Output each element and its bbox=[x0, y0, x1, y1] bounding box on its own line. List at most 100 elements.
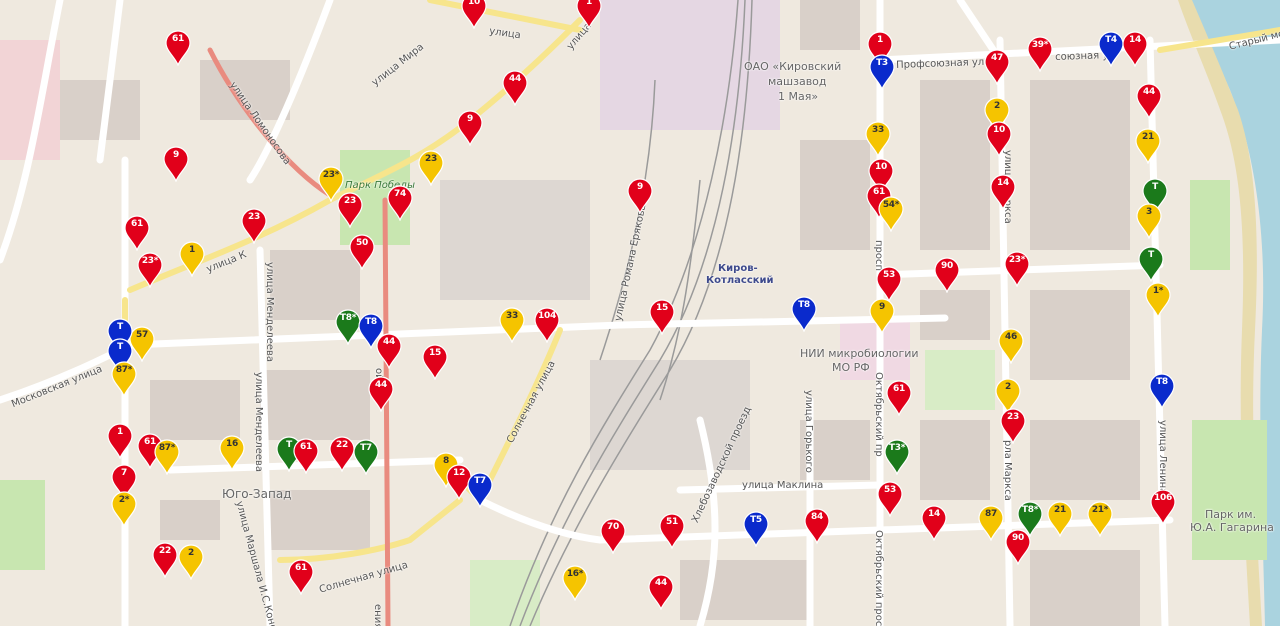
route-marker-tram[interactable]: T3* bbox=[884, 439, 910, 475]
route-marker-bus[interactable]: 90 bbox=[934, 257, 960, 293]
route-marker-bus[interactable]: 14 bbox=[990, 174, 1016, 210]
marker-route-label: T bbox=[1152, 182, 1158, 192]
route-marker-bus[interactable]: 23 bbox=[337, 192, 363, 228]
route-marker-trolleybus[interactable]: T7 bbox=[467, 472, 493, 508]
route-marker-bus[interactable]: 50 bbox=[349, 234, 375, 270]
route-marker-bus[interactable]: 61 bbox=[124, 215, 150, 251]
park-label: Парк им. bbox=[1205, 508, 1257, 521]
marker-route-label: 2 bbox=[994, 101, 1000, 111]
route-marker-bus[interactable]: 14 bbox=[921, 505, 947, 541]
route-marker-trolleybus[interactable]: T4 bbox=[1098, 31, 1124, 67]
marker-route-label: 2* bbox=[118, 495, 130, 505]
route-marker-minibus[interactable]: 87 bbox=[978, 505, 1004, 541]
route-marker-minibus[interactable]: 21 bbox=[1047, 501, 1073, 537]
route-marker-bus[interactable]: 51 bbox=[659, 513, 685, 549]
marker-route-label: 44 bbox=[1143, 87, 1155, 97]
marker-route-label: 1* bbox=[1152, 286, 1164, 296]
street-label: Октябрьский пр bbox=[873, 372, 884, 457]
marker-route-label: 51 bbox=[666, 517, 678, 527]
route-marker-bus[interactable]: 61 bbox=[165, 30, 191, 66]
map-canvas[interactable]: Московская улица улица Ломоносова улица … bbox=[0, 0, 1280, 626]
route-marker-bus[interactable]: 104 bbox=[534, 307, 560, 343]
marker-route-label: 9 bbox=[879, 302, 885, 312]
route-marker-trolleybus[interactable]: T5 bbox=[743, 511, 769, 547]
place-label: МО РФ bbox=[832, 361, 870, 374]
route-marker-minibus[interactable]: 23 bbox=[418, 150, 444, 186]
route-marker-bus[interactable]: 74 bbox=[387, 185, 413, 221]
route-marker-minibus[interactable]: 21 bbox=[1135, 128, 1161, 164]
route-marker-minibus[interactable]: 16* bbox=[562, 565, 588, 601]
route-marker-minibus[interactable]: 46 bbox=[998, 328, 1024, 364]
marker-route-label: 46 bbox=[1005, 332, 1017, 342]
marker-route-label: T8 bbox=[365, 317, 377, 327]
marker-route-label: 2 bbox=[188, 548, 194, 558]
route-marker-minibus[interactable]: 2* bbox=[111, 491, 137, 527]
street-label: улица Ленина bbox=[1157, 420, 1168, 495]
route-marker-bus[interactable]: 23 bbox=[241, 208, 267, 244]
route-marker-bus[interactable]: 53 bbox=[877, 481, 903, 517]
marker-route-label: 16* bbox=[566, 569, 584, 579]
marker-route-label: 61 bbox=[893, 384, 905, 394]
marker-route-label: 23* bbox=[322, 170, 340, 180]
marker-route-label: 53 bbox=[883, 270, 895, 280]
marker-route-label: 14 bbox=[928, 509, 940, 519]
route-marker-tram[interactable]: T7 bbox=[353, 439, 379, 475]
route-marker-bus[interactable]: 44 bbox=[376, 333, 402, 369]
route-marker-bus[interactable]: 10 bbox=[986, 121, 1012, 157]
route-marker-bus[interactable]: 9 bbox=[163, 146, 189, 182]
route-marker-bus[interactable]: 1 bbox=[576, 0, 602, 29]
marker-route-label: 104 bbox=[538, 311, 556, 321]
route-marker-bus[interactable]: 9 bbox=[627, 178, 653, 214]
district-label: Юго-Запад bbox=[222, 487, 292, 501]
route-marker-bus[interactable]: 15 bbox=[422, 344, 448, 380]
route-marker-minibus[interactable]: 1* bbox=[1145, 282, 1171, 318]
route-marker-bus[interactable]: 44 bbox=[1136, 83, 1162, 119]
route-marker-minibus[interactable]: 54* bbox=[878, 196, 904, 232]
route-marker-bus[interactable]: 106 bbox=[1150, 489, 1176, 525]
route-marker-bus[interactable]: 47 bbox=[984, 49, 1010, 85]
route-marker-bus[interactable]: 44 bbox=[502, 70, 528, 106]
route-marker-bus[interactable]: 70 bbox=[600, 518, 626, 554]
route-marker-bus[interactable]: 22 bbox=[329, 436, 355, 472]
marker-route-label: T8* bbox=[1021, 505, 1039, 515]
route-marker-minibus[interactable]: 21* bbox=[1087, 501, 1113, 537]
route-marker-bus[interactable]: 14 bbox=[1122, 31, 1148, 67]
route-marker-tram[interactable]: T bbox=[1138, 246, 1164, 282]
route-marker-tram[interactable]: T8* bbox=[1017, 501, 1043, 537]
route-marker-bus[interactable]: 61 bbox=[293, 438, 319, 474]
route-marker-minibus[interactable]: 3 bbox=[1136, 203, 1162, 239]
route-marker-bus[interactable]: 53 bbox=[876, 266, 902, 302]
marker-route-label: 44 bbox=[375, 380, 387, 390]
route-marker-minibus[interactable]: 33 bbox=[499, 307, 525, 343]
route-marker-bus[interactable]: 10 bbox=[461, 0, 487, 29]
route-marker-trolleybus[interactable]: T8 bbox=[1149, 373, 1175, 409]
route-marker-bus[interactable]: 23* bbox=[1004, 251, 1030, 287]
route-marker-minibus[interactable]: 9 bbox=[869, 298, 895, 334]
station-label: Котласский bbox=[706, 275, 774, 286]
route-marker-minibus[interactable]: 2 bbox=[178, 544, 204, 580]
route-marker-bus[interactable]: 39* bbox=[1027, 36, 1053, 72]
route-marker-bus[interactable]: 44 bbox=[368, 376, 394, 412]
route-marker-minibus[interactable]: 16 bbox=[219, 435, 245, 471]
route-marker-bus[interactable]: 1 bbox=[107, 423, 133, 459]
route-marker-minibus[interactable]: 1 bbox=[179, 241, 205, 277]
route-marker-trolleybus[interactable]: T8 bbox=[791, 296, 817, 332]
marker-route-label: 23 bbox=[344, 196, 356, 206]
route-marker-minibus[interactable]: 87* bbox=[111, 361, 137, 397]
route-marker-bus[interactable]: 22 bbox=[152, 542, 178, 578]
route-marker-trolleybus[interactable]: T3 bbox=[869, 54, 895, 90]
route-marker-bus[interactable]: 44 bbox=[648, 574, 674, 610]
marker-route-label: 21 bbox=[1142, 132, 1154, 142]
route-marker-bus[interactable]: 15 bbox=[649, 299, 675, 335]
route-marker-bus[interactable]: 9 bbox=[457, 110, 483, 146]
marker-route-label: 23 bbox=[1007, 412, 1019, 422]
route-marker-bus[interactable]: 23 bbox=[1000, 408, 1026, 444]
route-marker-bus[interactable]: 61 bbox=[288, 559, 314, 595]
marker-route-label: 23* bbox=[141, 256, 159, 266]
route-marker-minibus[interactable]: 33 bbox=[865, 121, 891, 157]
route-marker-bus[interactable]: 84 bbox=[804, 508, 830, 544]
route-marker-bus[interactable]: 23* bbox=[137, 252, 163, 288]
marker-route-label: 2 bbox=[1005, 382, 1011, 392]
route-marker-minibus[interactable]: 87* bbox=[154, 439, 180, 475]
route-marker-bus[interactable]: 61 bbox=[886, 380, 912, 416]
